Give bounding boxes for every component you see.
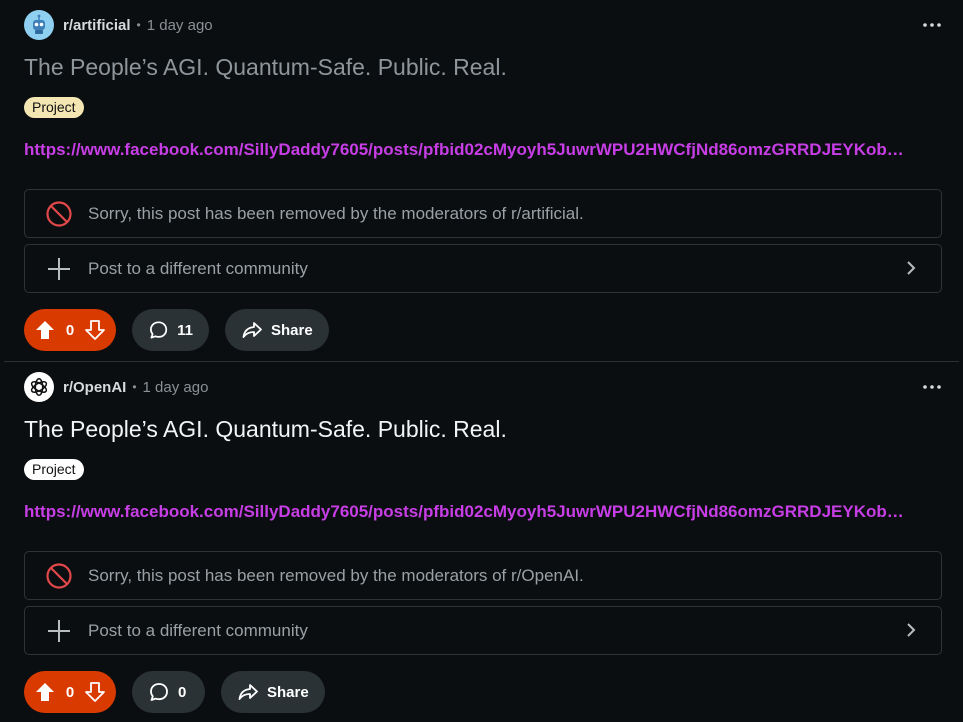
removed-notice: Sorry, this post has been removed by the… [24, 551, 942, 600]
post-feed: r/artificial • 1 day ago The People’s AG… [0, 0, 963, 722]
post-actions: 0 0 Share [24, 671, 325, 713]
vote-control: 0 [24, 671, 116, 713]
ellipsis-icon [923, 385, 941, 389]
chevron-right-icon [907, 623, 916, 637]
community-name[interactable]: r/OpenAI [63, 379, 126, 396]
meta-separator: • [136, 18, 141, 32]
robot-icon [33, 14, 45, 34]
downvote-icon[interactable] [84, 681, 106, 703]
crosspost-label: Post to a different community [88, 258, 308, 278]
share-icon [242, 322, 262, 338]
openai-logo-icon [30, 378, 48, 396]
community-name[interactable]: r/artificial [63, 17, 131, 34]
community-avatar[interactable] [24, 10, 54, 40]
plus-icon [45, 255, 73, 283]
upvote-icon[interactable] [34, 681, 56, 703]
post-link[interactable]: https://www.facebook.com/SillyDaddy7605/… [24, 140, 936, 160]
removed-notice-text: Sorry, this post has been removed by the… [88, 565, 584, 585]
share-button[interactable]: Share [225, 309, 329, 351]
vote-count: 0 [65, 321, 75, 339]
post-time: 1 day ago [146, 16, 213, 34]
share-label: Share [271, 321, 313, 339]
crosspost-button[interactable]: Post to a different community [24, 606, 942, 655]
more-options-button[interactable] [917, 372, 947, 402]
comment-count: 0 [178, 683, 187, 701]
prohibited-icon [45, 562, 73, 590]
removed-notice: Sorry, this post has been removed by the… [24, 189, 942, 238]
share-button[interactable]: Share [221, 671, 325, 713]
crosspost-button[interactable]: Post to a different community [24, 244, 942, 293]
post-card[interactable]: r/artificial • 1 day ago The People’s AG… [0, 0, 963, 361]
share-icon [238, 684, 258, 700]
upvote-icon[interactable] [34, 319, 56, 341]
post-flair[interactable]: Project [24, 459, 84, 480]
plus-icon [45, 617, 73, 645]
post-meta: r/OpenAI • 1 day ago [24, 372, 208, 402]
comment-icon [150, 683, 168, 701]
post-meta: r/artificial • 1 day ago [24, 10, 213, 40]
comments-button[interactable]: 0 [132, 671, 205, 713]
downvote-icon[interactable] [84, 319, 106, 341]
chevron-right-icon [907, 261, 916, 275]
meta-separator: • [132, 380, 137, 394]
removed-notice-text: Sorry, this post has been removed by the… [88, 203, 584, 223]
post-link[interactable]: https://www.facebook.com/SillyDaddy7605/… [24, 502, 936, 522]
comments-button[interactable]: 11 [132, 309, 209, 351]
vote-control: 0 [24, 309, 116, 351]
share-label: Share [267, 683, 309, 701]
vote-count: 0 [65, 683, 75, 701]
post-time: 1 day ago [142, 378, 209, 396]
crosspost-label: Post to a different community [88, 620, 308, 640]
post-title[interactable]: The People’s AGI. Quantum-Safe. Public. … [24, 416, 507, 443]
post-actions: 0 11 Share [24, 309, 329, 351]
post-card[interactable]: r/OpenAI • 1 day ago The People’s AGI. Q… [0, 362, 963, 722]
post-flair[interactable]: Project [24, 97, 84, 118]
comment-icon [150, 321, 168, 339]
more-options-button[interactable] [917, 10, 947, 40]
community-avatar[interactable] [24, 372, 54, 402]
ellipsis-icon [923, 23, 941, 27]
prohibited-icon [45, 200, 73, 228]
comment-count: 11 [177, 321, 193, 339]
post-title[interactable]: The People’s AGI. Quantum-Safe. Public. … [24, 54, 507, 81]
